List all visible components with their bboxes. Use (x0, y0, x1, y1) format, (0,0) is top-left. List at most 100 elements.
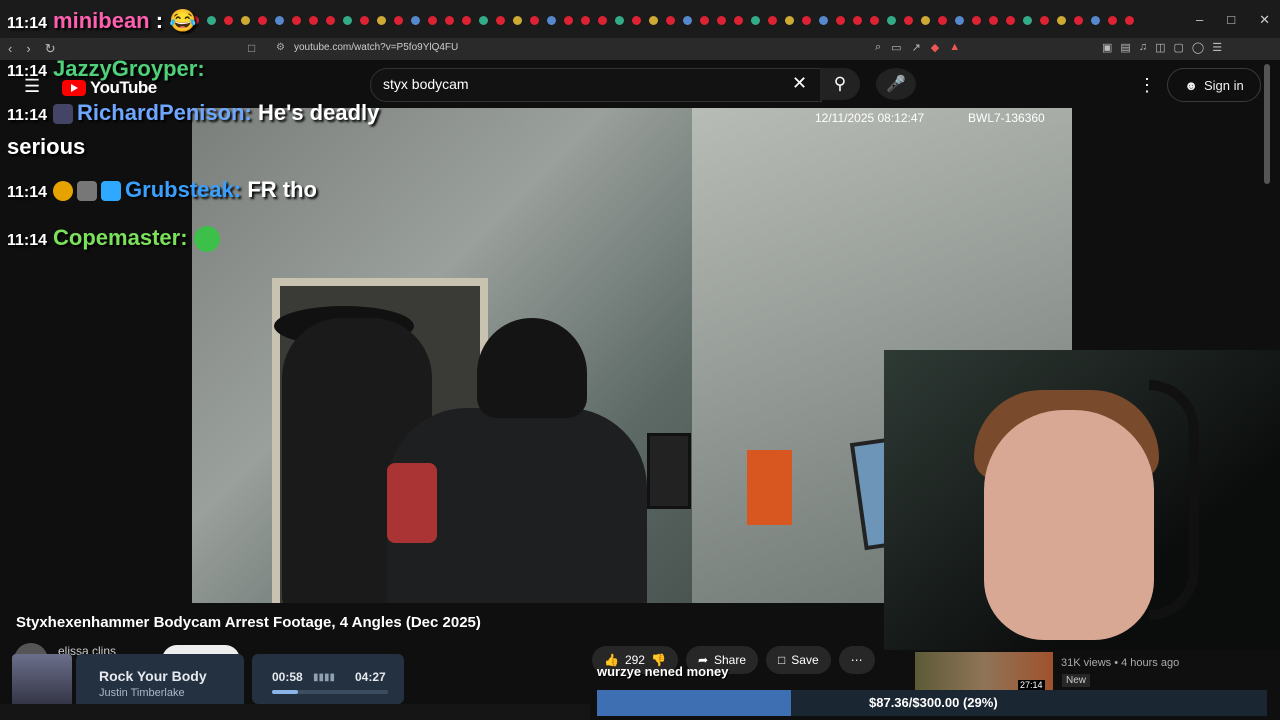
search-button[interactable]: ⚲ (820, 68, 860, 100)
tab-favicon-icon[interactable] (377, 16, 386, 25)
clear-search-icon[interactable]: ✕ (792, 73, 807, 94)
tab-favicon-icon[interactable] (411, 16, 420, 25)
tab-favicon-icon[interactable] (513, 16, 522, 25)
tab-favicon-icon[interactable] (428, 16, 437, 25)
tab-favicon-icon[interactable] (802, 16, 811, 25)
vpn-icon[interactable]: ◯ (1192, 41, 1204, 54)
tab-favicon-icon[interactable] (1006, 16, 1015, 25)
tab-favicon-icon[interactable] (224, 16, 233, 25)
headphones-icon (1149, 380, 1199, 620)
chat-text: serious (7, 134, 86, 159)
tab-favicon-icon[interactable] (275, 16, 284, 25)
chat-message-continued: serious (7, 134, 85, 160)
url-field[interactable]: youtube.com/watch?v=P5fo9YlQ4FU (294, 42, 458, 53)
video-scene-sunflower-picture (747, 450, 792, 525)
tab-favicon-icon[interactable] (479, 16, 488, 25)
tab-favicon-icon[interactable] (989, 16, 998, 25)
tab-favicon-icon[interactable] (853, 16, 862, 25)
chat-username: Copemaster (53, 225, 181, 250)
tab-favicon-icon[interactable] (836, 16, 845, 25)
tab-favicon-icon[interactable] (904, 16, 913, 25)
media-icon[interactable]: ♫ (1139, 41, 1147, 54)
tab-favicon-icon[interactable] (955, 16, 964, 25)
voice-search-button[interactable]: 🎤 (876, 68, 916, 100)
tab-favicon-icon[interactable] (1023, 16, 1032, 25)
tab-favicon-icon[interactable] (819, 16, 828, 25)
toolbar-icons: ⌕ ▭ ↗ ◆ ▲ (875, 41, 960, 54)
tab-favicon-icon[interactable] (394, 16, 403, 25)
save-button[interactable]: □ Save (766, 646, 831, 674)
tab-favicon-icon[interactable] (1074, 16, 1083, 25)
tab-strip[interactable] (170, 14, 1135, 28)
tab-favicon-icon[interactable] (785, 16, 794, 25)
cast-icon[interactable]: ▭ (891, 41, 901, 54)
brave-shield-icon[interactable]: ◆ (931, 41, 939, 54)
tab-favicon-icon[interactable] (1091, 16, 1100, 25)
tab-favicon-icon[interactable] (1108, 16, 1117, 25)
tab-favicon-icon[interactable] (615, 16, 624, 25)
tab-favicon-icon[interactable] (496, 16, 505, 25)
tab-favicon-icon[interactable] (972, 16, 981, 25)
tab-favicon-icon[interactable] (921, 16, 930, 25)
extensions-icon[interactable]: ▣ (1102, 41, 1112, 54)
site-info-icon[interactable]: ⚙ (276, 42, 285, 53)
now-playing-total: 04:27 (355, 670, 386, 684)
forward-icon[interactable]: › (26, 41, 30, 57)
rewards-icon[interactable]: ▲ (949, 41, 960, 54)
bodycam-device-id: BWL7-136360 (968, 111, 1045, 125)
tab-favicon-icon[interactable] (1040, 16, 1049, 25)
zoom-icon[interactable]: ⌕ (875, 41, 881, 54)
minimize-icon[interactable]: – (1196, 12, 1203, 28)
tab-favicon-icon[interactable] (326, 16, 335, 25)
wallet-icon[interactable]: ▢ (1173, 41, 1183, 54)
tab-favicon-icon[interactable] (938, 16, 947, 25)
tab-favicon-icon[interactable] (445, 16, 454, 25)
tab-favicon-icon[interactable] (292, 16, 301, 25)
tab-favicon-icon[interactable] (666, 16, 675, 25)
tab-favicon-icon[interactable] (887, 16, 896, 25)
tab-favicon-icon[interactable] (717, 16, 726, 25)
page-scrollbar[interactable] (1264, 64, 1270, 184)
close-window-icon[interactable]: ✕ (1259, 12, 1270, 28)
tab-favicon-icon[interactable] (1057, 16, 1066, 25)
maximize-icon[interactable]: □ (1227, 12, 1235, 28)
tab-favicon-icon[interactable] (632, 16, 641, 25)
tab-favicon-icon[interactable] (751, 16, 760, 25)
new-badge: New (1062, 674, 1091, 687)
bookmark-icon[interactable]: □ (248, 41, 255, 55)
more-actions-button[interactable]: ⋯ (838, 646, 875, 674)
tab-favicon-icon[interactable] (1125, 16, 1134, 25)
tab-favicon-icon[interactable] (598, 16, 607, 25)
tab-favicon-icon[interactable] (309, 16, 318, 25)
tab-favicon-icon[interactable] (547, 16, 556, 25)
back-icon[interactable]: ‹ (8, 41, 12, 57)
tab-favicon-icon[interactable] (343, 16, 352, 25)
split-view-icon[interactable]: ◫ (1155, 41, 1165, 54)
menu-icon[interactable]: ☰ (1212, 41, 1222, 54)
tab-favicon-icon[interactable] (462, 16, 471, 25)
tab-favicon-icon[interactable] (207, 16, 216, 25)
tab-favicon-icon[interactable] (360, 16, 369, 25)
coin-badge-icon (53, 181, 74, 202)
sidebar-icon[interactable]: ▤ (1120, 41, 1130, 54)
tab-favicon-icon[interactable] (564, 16, 573, 25)
reload-icon[interactable]: ↻ (45, 41, 56, 57)
tab-favicon-icon[interactable] (734, 16, 743, 25)
emote-icon: 😂 (169, 8, 197, 33)
tab-favicon-icon[interactable] (530, 16, 539, 25)
tab-favicon-icon[interactable] (683, 16, 692, 25)
tab-favicon-icon[interactable] (700, 16, 709, 25)
tab-favicon-icon[interactable] (258, 16, 267, 25)
raccoon-badge-icon (77, 181, 98, 202)
tab-favicon-icon[interactable] (870, 16, 879, 25)
sign-in-button[interactable]: ☻ Sign in (1167, 68, 1261, 102)
tab-favicon-icon[interactable] (768, 16, 777, 25)
donation-goal-fill (597, 690, 792, 716)
now-playing-progress (272, 690, 388, 694)
tab-favicon-icon[interactable] (241, 16, 250, 25)
tab-favicon-icon[interactable] (581, 16, 590, 25)
tab-favicon-icon[interactable] (649, 16, 658, 25)
search-input[interactable]: styx bodycam (383, 76, 469, 92)
share-page-icon[interactable]: ↗ (912, 41, 921, 54)
more-options-icon[interactable]: ⋮ (1138, 75, 1156, 96)
